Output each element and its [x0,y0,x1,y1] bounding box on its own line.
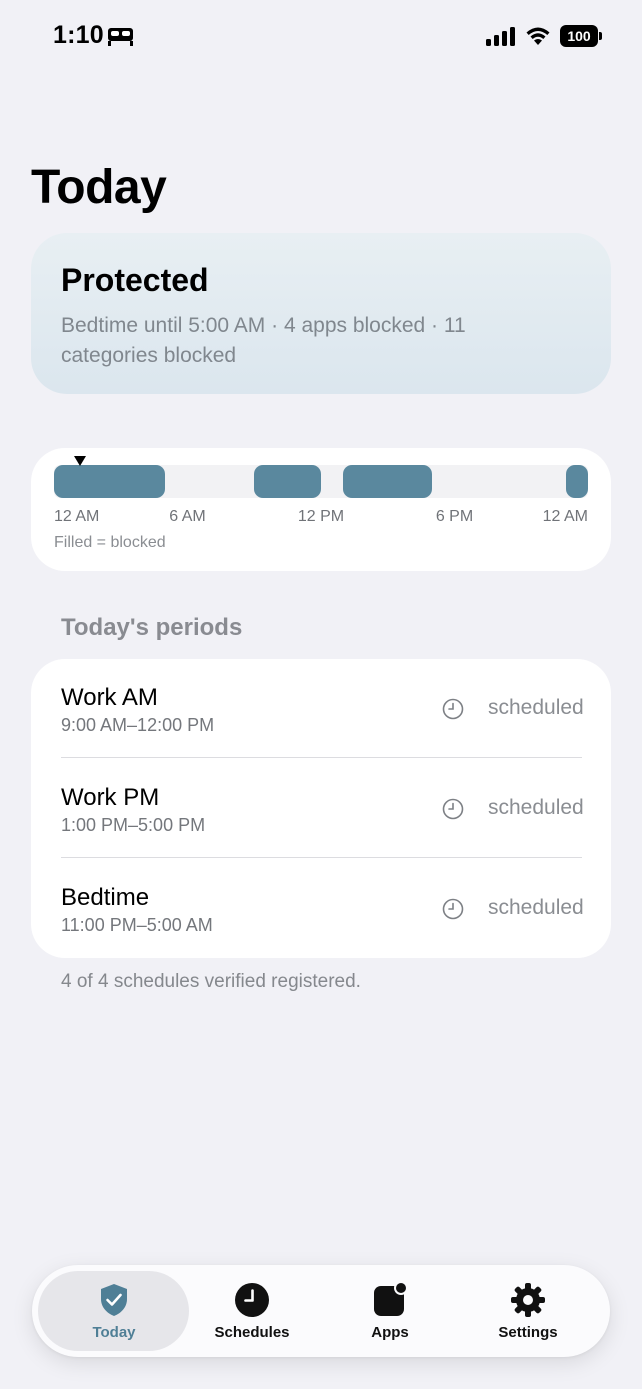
period-name: Work AM [61,684,158,711]
blocked-period-block [343,465,433,498]
timeline-card: 12 AM 6 AM 12 PM 6 PM 12 AM Filled = blo… [31,448,611,571]
timeline-tick-label: 6 AM [169,508,206,525]
periods-section-header: Today's periods [61,614,243,641]
blocked-period-block [254,465,321,498]
status-title: Protected [61,262,209,298]
timeline-track [54,465,588,498]
cellular-signal-icon [486,27,515,46]
gear-icon [511,1283,545,1317]
blocked-period-block [565,465,588,498]
current-time-marker [74,456,87,466]
tab-label: Apps [371,1324,409,1341]
tab-settings[interactable]: Settings [459,1265,597,1357]
timeline-tick-label: 6 PM [435,508,474,525]
status-bar: 1:10 100 [0,0,642,72]
period-row-work-am[interactable]: Work AM 9:00 AM–12:00 PM scheduled [31,659,611,759]
status-time: 1:10 [53,21,104,49]
timeline-tick-label: 12 AM [54,508,100,525]
status-description: Bedtime until 5:00 AM · 4 apps blocked ·… [61,314,466,367]
tab-label: Settings [498,1324,558,1341]
period-row-work-pm[interactable]: Work PM 1:00 PM–5:00 PM scheduled [31,759,611,859]
row-divider [61,757,582,758]
protection-status-card: Protected Bedtime until 5:00 AM · 4 apps… [31,233,611,394]
tab-bar: Today Schedules Apps Settings [32,1265,610,1357]
period-name: Bedtime [61,884,150,911]
blocked-period-block [54,465,166,498]
period-row-bedtime[interactable]: Bedtime 11:00 PM–5:00 AM scheduled [31,859,611,959]
apps-icon [374,1282,408,1316]
battery-icon: 100 [560,25,602,47]
battery-level: 100 [567,28,591,44]
tab-today[interactable]: Today [45,1265,183,1357]
period-name: Work PM [61,784,160,811]
verification-note: 4 of 4 schedules verified registered. [61,971,361,992]
tab-label: Today [92,1324,136,1341]
periods-list: Work AM 9:00 AM–12:00 PM scheduled Work … [31,659,611,958]
clock-icon [442,698,464,720]
shield-check-icon [101,1284,127,1316]
page-title: Today [31,161,167,214]
tab-label: Schedules [214,1324,290,1341]
bed-icon [108,28,133,46]
period-time-range: 1:00 PM–5:00 PM [61,815,206,835]
period-time-range: 9:00 AM–12:00 PM [61,715,215,735]
timeline-tick-label: 12 PM [297,508,345,525]
clock-icon [442,798,464,820]
period-status: scheduled [488,796,584,819]
clock-icon [235,1283,269,1317]
tab-schedules[interactable]: Schedules [183,1265,321,1357]
period-status: scheduled [488,696,584,719]
today-screen: 1:10 100 Today Protected Bedtime until 5… [0,0,642,1389]
row-divider [61,857,582,858]
period-status: scheduled [488,896,584,919]
clock-icon [442,898,464,920]
timeline-tick-label: 12 AM [542,508,588,525]
tab-apps[interactable]: Apps [321,1265,459,1357]
period-time-range: 11:00 PM–5:00 AM [61,915,213,935]
wifi-icon [526,27,550,45]
timeline-legend: Filled = blocked [54,534,166,551]
